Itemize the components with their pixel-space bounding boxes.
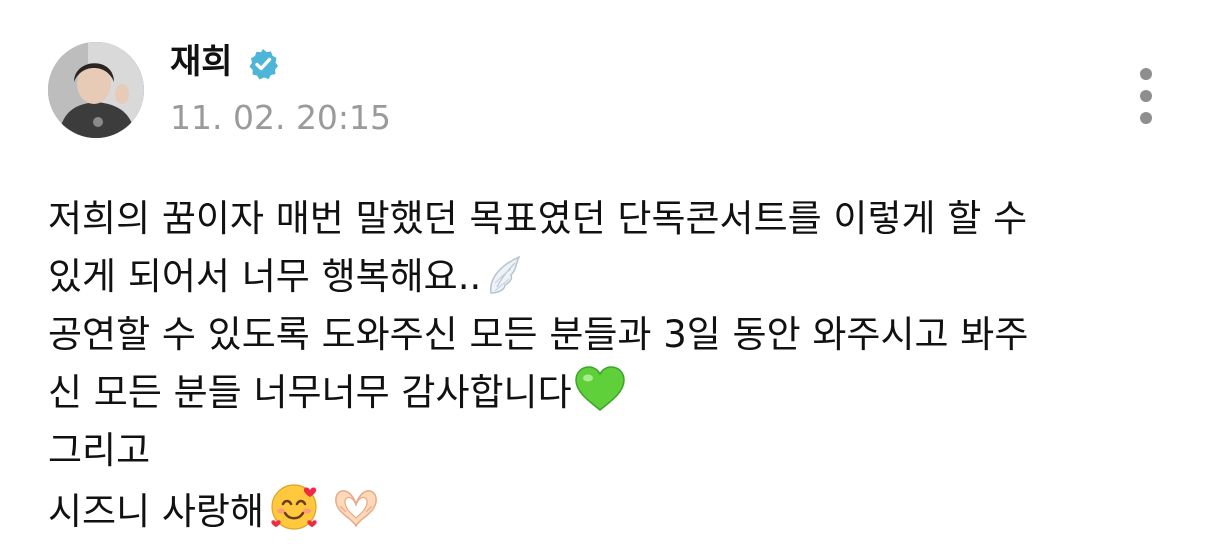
- more-dot-icon: [1140, 68, 1152, 80]
- more-dot-icon: [1140, 112, 1152, 124]
- smiling-face-with-hearts-emoji-icon: [271, 484, 317, 530]
- post-line: 있게 되어서 너무 행복해요..: [48, 248, 1168, 306]
- post-card: 재희 11. 02. 20:15 저희의 꿈이자 매번 말했던 목표였던 단독콘…: [0, 0, 1206, 559]
- post-line: 그리고: [48, 429, 151, 472]
- green-heart-emoji-icon: [574, 366, 625, 411]
- post-body: 저희의 꿈이자 매번 말했던 목표였던 단독콘서트를 이렇게 할 수 있게 되어…: [48, 190, 1168, 538]
- more-options-button[interactable]: [1128, 64, 1164, 128]
- more-dot-icon: [1140, 90, 1152, 102]
- post-line: 시즈니 사랑해: [48, 480, 1168, 538]
- avatar-image: [48, 42, 144, 138]
- author-avatar[interactable]: [48, 42, 144, 138]
- post-line: 신 모든 분들 너무너무 감사합니다: [48, 364, 1168, 422]
- post-line: 공연할 수 있도록 도와주신 모든 분들과 3일 동안 와주시고 봐주: [48, 313, 1029, 356]
- heart-hands-emoji-icon: [335, 490, 377, 528]
- post-line: 저희의 꿈이자 매번 말했던 목표였던 단독콘서트를 이렇게 할 수: [48, 197, 1028, 240]
- wing-emoji-icon: [490, 255, 521, 294]
- author-name[interactable]: 재희: [170, 40, 233, 84]
- post-timestamp: 11. 02. 20:15: [170, 98, 392, 137]
- verified-badge-icon: [249, 49, 278, 80]
